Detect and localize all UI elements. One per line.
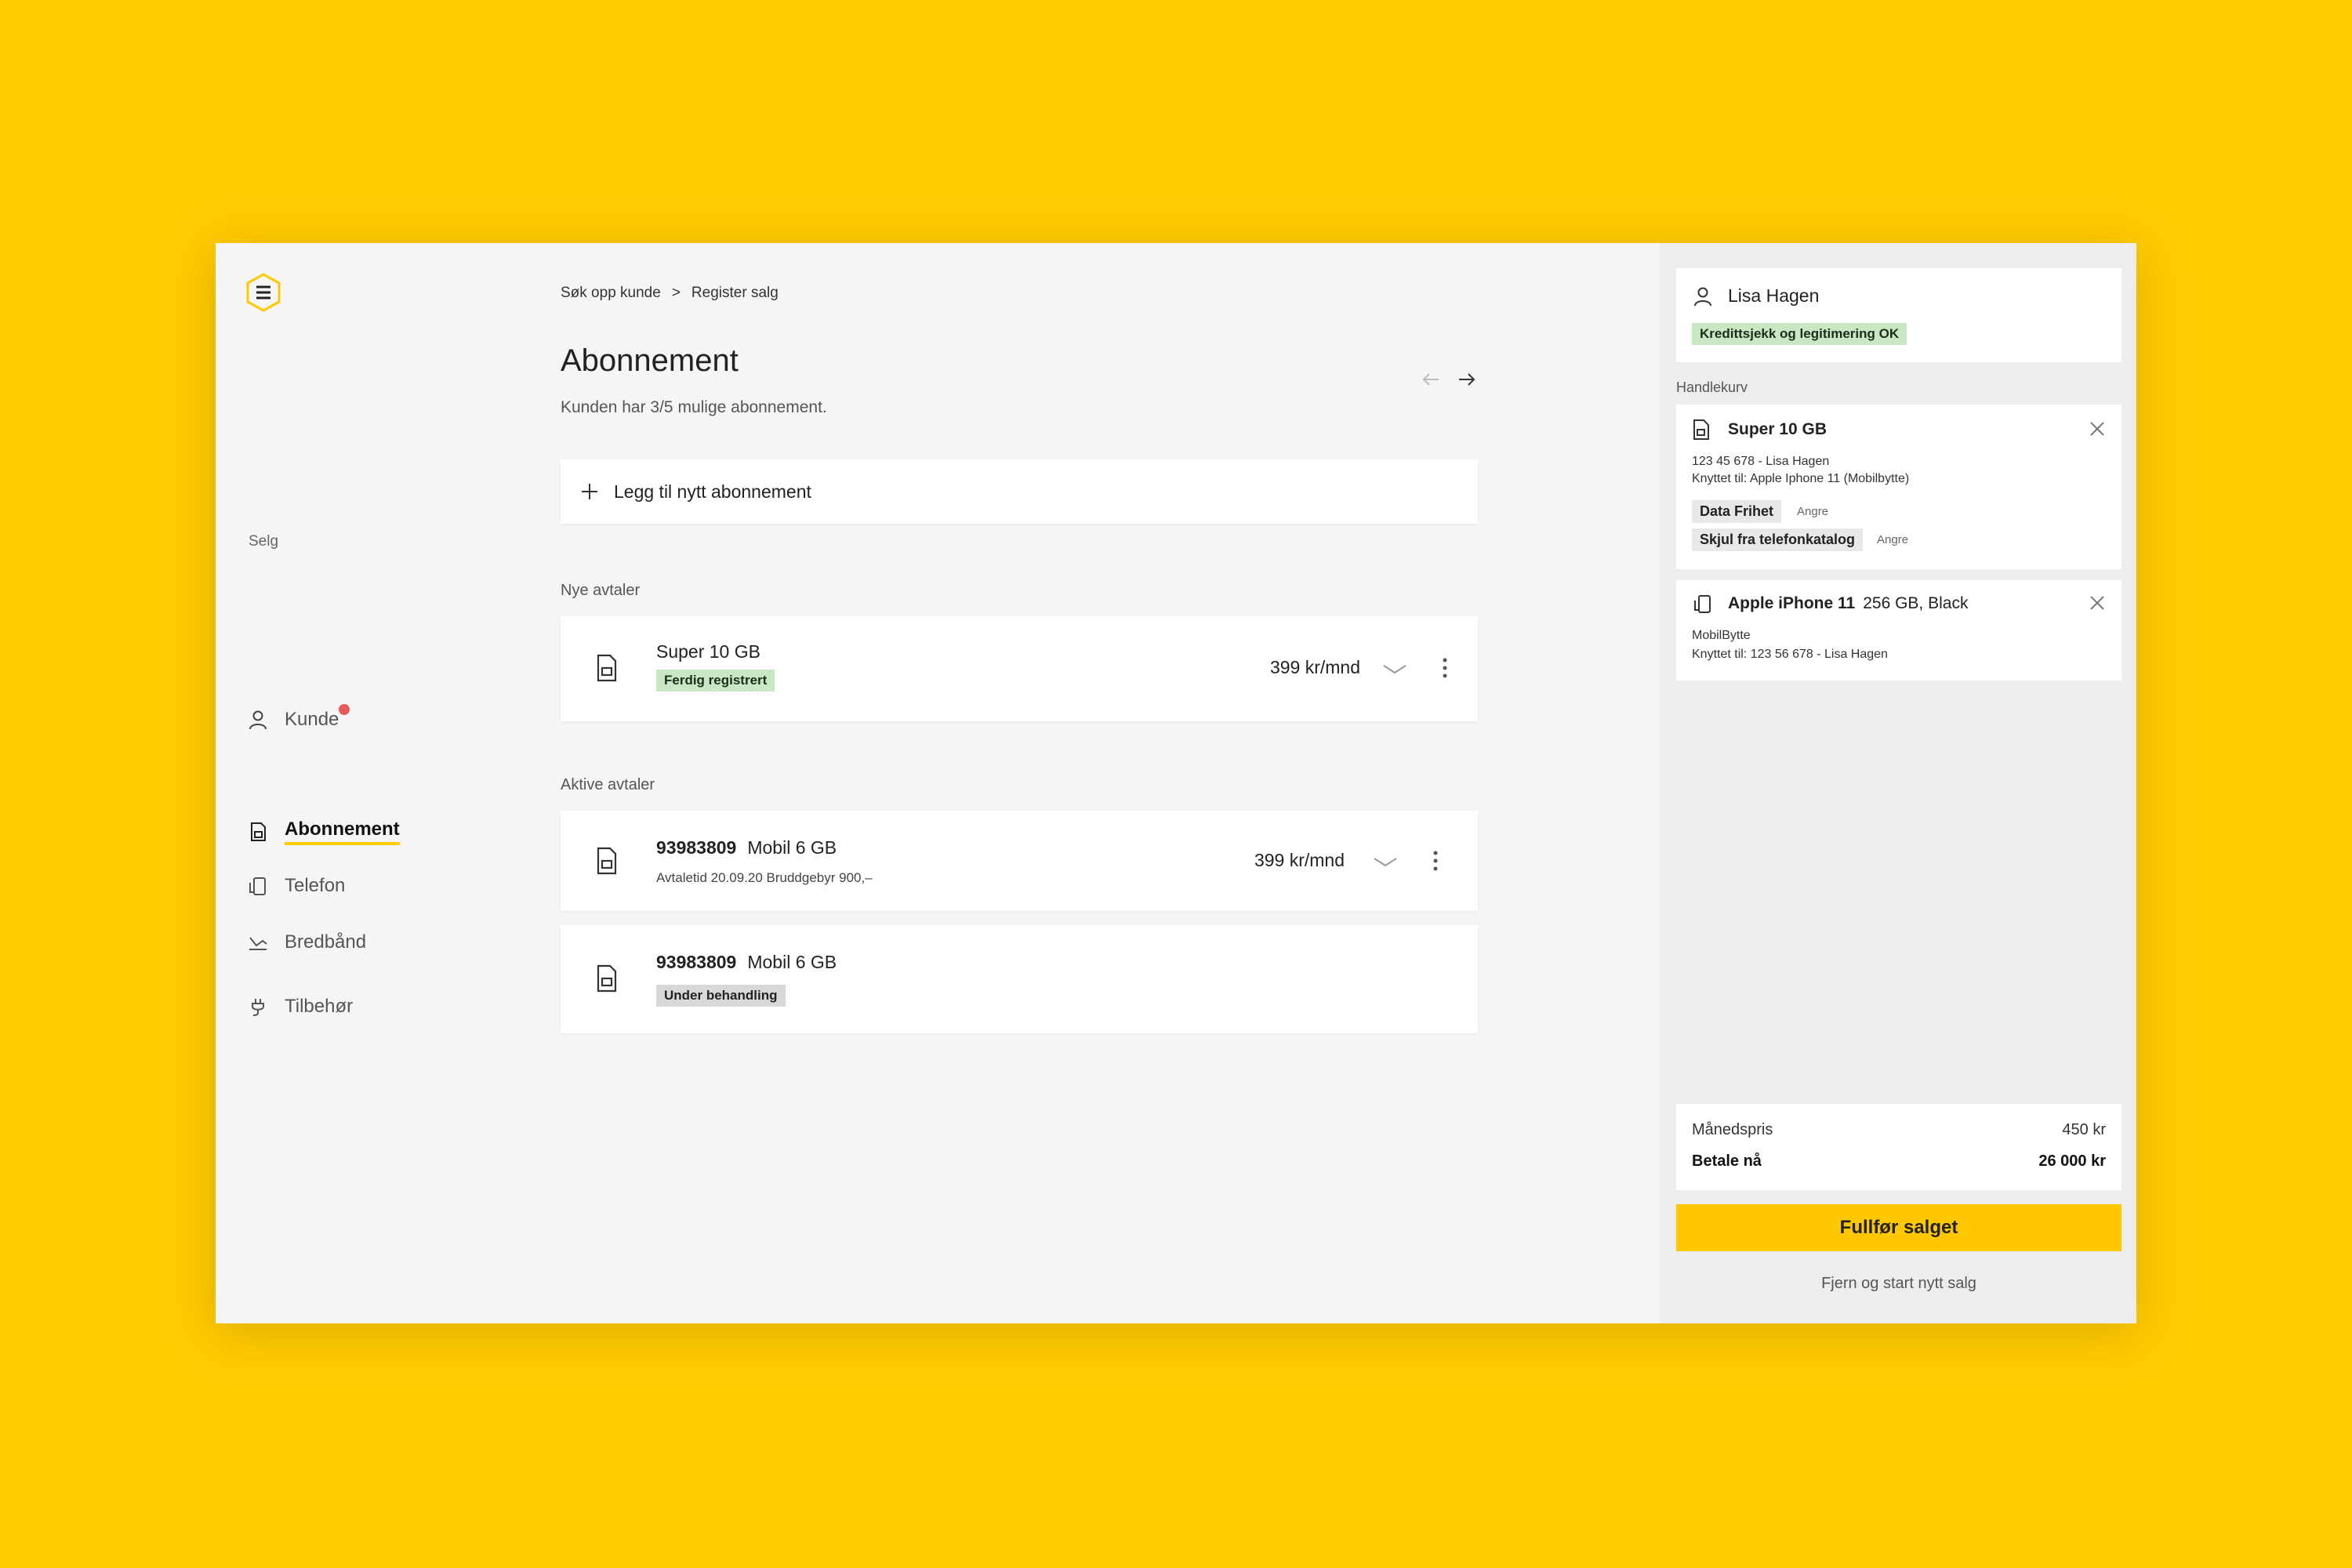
menu-logo-icon[interactable] bbox=[245, 273, 281, 312]
agreement-title: Super 10 GB bbox=[656, 641, 760, 662]
breadcrumb: Søk opp kunde > Register salg bbox=[561, 285, 779, 302]
undo-link[interactable]: Angre bbox=[1797, 505, 1828, 518]
sidebar-item-subscription[interactable]: Abonnement bbox=[247, 818, 400, 845]
cart-item: Apple iPhone 11 256 GB, Black MobilBytte … bbox=[1676, 580, 2122, 681]
main-content: Søk opp kunde > Register salg Abonnement… bbox=[561, 243, 1478, 1323]
cart-item-line: 123 45 678 - Lisa Hagen bbox=[1692, 455, 1830, 468]
monthly-price-value: 450 kr bbox=[2062, 1121, 2106, 1138]
page-title: Abonnement bbox=[561, 343, 739, 378]
sim-card-icon bbox=[1693, 419, 1709, 440]
sidebar-item-broadband[interactable]: Bredbånd bbox=[247, 931, 366, 953]
user-icon bbox=[249, 710, 267, 730]
agreement-price: 399 kr/mnd bbox=[1254, 850, 1345, 870]
sidebar-item-label: Abonnement bbox=[285, 818, 400, 845]
close-icon[interactable] bbox=[2089, 420, 2106, 437]
agreement-card[interactable]: 93983809 Mobil 6 GB Avtaletid 20.09.20 Br… bbox=[561, 811, 1478, 911]
sidebar: Kunde Selg Abonnement Telefon Bredbånd T… bbox=[216, 243, 545, 1323]
complete-sale-button[interactable]: Fullfør salget bbox=[1676, 1204, 2122, 1251]
close-icon[interactable] bbox=[2089, 594, 2106, 612]
agreement-title: 93983809 Mobil 6 GB bbox=[656, 952, 837, 973]
sidebar-item-label: Tilbehør bbox=[285, 996, 354, 1017]
customer-label: Kunde bbox=[285, 709, 339, 730]
breadcrumb-separator: > bbox=[671, 285, 681, 301]
customer-card: Lisa Hagen Kredittsjekk og legitimering … bbox=[1676, 268, 2122, 362]
sidebar-item-customer[interactable]: Kunde bbox=[247, 704, 350, 731]
page-subtitle: Kunden har 3/5 mulige abonnement. bbox=[561, 398, 827, 416]
agreement-meta: Avtaletid 20.09.20 Bruddgebyr 900,– bbox=[656, 870, 873, 885]
breadcrumb-current: Register salg bbox=[691, 285, 779, 301]
cart-item-name: Apple iPhone 11 bbox=[1728, 594, 1856, 612]
addon-tag: Data Frihet bbox=[1692, 500, 1782, 523]
user-icon bbox=[1694, 287, 1711, 307]
phone-swap-icon bbox=[249, 877, 266, 895]
section-label-active: Aktive avtaler bbox=[561, 776, 655, 793]
price-summary: Månedspris 450 kr Betale nå 26 000 kr bbox=[1676, 1104, 2122, 1190]
sidebar-item-label: Telefon bbox=[285, 875, 346, 896]
status-badge: Ferdig registrert bbox=[656, 670, 775, 691]
chevron-down-icon[interactable] bbox=[1382, 662, 1407, 677]
agreement-card[interactable]: 93983809 Mobil 6 GB Under behandling bbox=[561, 925, 1478, 1033]
more-options-icon[interactable] bbox=[1432, 850, 1439, 872]
phone-number: 93983809 bbox=[656, 952, 737, 972]
add-subscription-button[interactable]: Legg til nytt abonnement bbox=[561, 459, 1478, 524]
pay-now-row: Betale nå 26 000 kr bbox=[1692, 1152, 2106, 1171]
chevron-down-icon[interactable] bbox=[1373, 855, 1398, 870]
cart-item-line: Knyttet til: 123 56 678 - Lisa Hagen bbox=[1692, 648, 1888, 661]
sim-card-icon bbox=[251, 822, 266, 841]
plan-name: Mobil 6 GB bbox=[747, 952, 837, 972]
status-badge: Under behandling bbox=[656, 985, 786, 1007]
pay-now-label: Betale nå bbox=[1692, 1152, 1762, 1170]
monthly-price-row: Månedspris 450 kr bbox=[1692, 1121, 2106, 1139]
customer-name: Lisa Hagen bbox=[1728, 285, 1820, 306]
sim-card-icon bbox=[597, 654, 617, 682]
cart-item-variant: 256 GB, Black bbox=[1863, 594, 1969, 612]
cart-panel: Lisa Hagen Kredittsjekk og legitimering … bbox=[1660, 243, 2136, 1323]
sidebar-item-label: Bredbånd bbox=[285, 931, 367, 953]
cart-item-line: Knyttet til: Apple Iphone 11 (Mobilbytte… bbox=[1692, 472, 1910, 485]
sidebar-item-phone[interactable]: Telefon bbox=[247, 875, 345, 897]
section-label-new: Nye avtaler bbox=[561, 582, 641, 599]
nav-section-sell: Selg bbox=[249, 533, 279, 550]
arrow-right-icon[interactable] bbox=[1456, 368, 1478, 390]
agreement-price: 399 kr/mnd bbox=[1269, 657, 1360, 677]
cart-label: Handlekurv bbox=[1676, 379, 1748, 395]
plug-icon bbox=[252, 999, 264, 1016]
plus-icon bbox=[582, 484, 597, 499]
cart-item-title: Apple iPhone 11 256 GB, Black bbox=[1728, 594, 1968, 613]
cart-item-title: Super 10 GB bbox=[1728, 420, 1827, 439]
router-icon bbox=[249, 937, 267, 950]
step-navigation bbox=[1420, 368, 1478, 390]
agreement-card[interactable]: Super 10 GB Ferdig registrert 399 kr/mnd bbox=[561, 616, 1478, 721]
agreement-title: 93983809 Mobil 6 GB bbox=[656, 837, 837, 858]
breadcrumb-link-search-customer[interactable]: Søk opp kunde bbox=[561, 285, 661, 302]
sim-card-icon bbox=[597, 847, 617, 875]
sidebar-item-label: Kunde bbox=[285, 704, 350, 731]
monthly-price-label: Månedspris bbox=[1692, 1121, 1773, 1138]
addon-tag: Skjul fra telefonkatalog bbox=[1692, 528, 1864, 551]
phone-swap-icon bbox=[1694, 595, 1711, 613]
pay-now-value: 26 000 kr bbox=[2038, 1152, 2106, 1170]
phone-number: 93983809 bbox=[656, 837, 737, 858]
add-subscription-label: Legg til nytt abonnement bbox=[614, 481, 811, 502]
plan-name: Mobil 6 GB bbox=[747, 837, 837, 858]
arrow-left-icon[interactable] bbox=[1420, 368, 1442, 390]
plan-name: Super 10 GB bbox=[656, 641, 760, 662]
sim-card-icon bbox=[597, 964, 617, 993]
notification-dot bbox=[339, 704, 350, 715]
undo-link[interactable]: Angre bbox=[1877, 533, 1908, 546]
cart-item-name: Super 10 GB bbox=[1728, 420, 1828, 438]
cart-item: Super 10 GB 123 45 678 - Lisa Hagen Knyt… bbox=[1676, 405, 2122, 569]
reset-sale-link[interactable]: Fjern og start nytt salg bbox=[1676, 1275, 2122, 1293]
more-options-icon[interactable] bbox=[1442, 657, 1448, 679]
sidebar-item-accessories[interactable]: Tilbehør bbox=[247, 996, 353, 1018]
cart-item-line: MobilBytte bbox=[1692, 629, 1751, 642]
app-window: Kunde Selg Abonnement Telefon Bredbånd T… bbox=[216, 243, 2136, 1323]
credit-check-badge: Kredittsjekk og legitimering OK bbox=[1692, 323, 1907, 345]
